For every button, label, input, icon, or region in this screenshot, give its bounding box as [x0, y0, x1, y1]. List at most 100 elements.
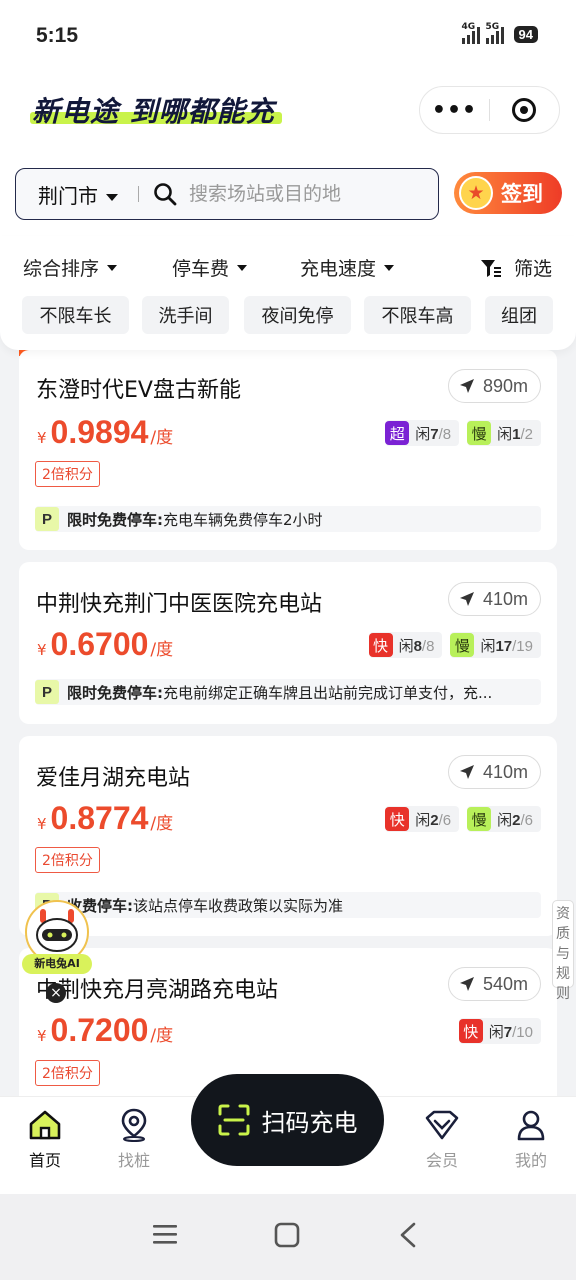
side-tab-label: 资质与规则	[556, 906, 570, 1002]
quick-tags: 不限车长 洗手间 夜间免停 不限车高 组团	[0, 296, 576, 336]
station-card[interactable]: 东澄时代EV盘古新能 890m ¥ 0.9894 /度 超闲7/8 慢闲1/2 …	[19, 350, 557, 550]
filter-funnel-icon	[481, 259, 501, 277]
charger-availability: 超闲7/8 慢闲1/2	[385, 420, 541, 446]
parking-desc: 充电车辆免费停车2小时	[163, 510, 323, 529]
tab-find-charger[interactable]: 找桩	[94, 1107, 174, 1171]
target-icon[interactable]	[490, 98, 559, 122]
points-badge: 2倍积分	[35, 1060, 100, 1086]
distance-chip[interactable]: 410m	[447, 582, 541, 616]
tab-home[interactable]: 首页	[5, 1107, 85, 1171]
city-selector[interactable]: 荆门市	[38, 180, 118, 209]
distance-chip[interactable]: 410m	[447, 755, 541, 789]
idle-count: 8	[413, 637, 422, 655]
charger-slow: 慢闲2/6	[467, 806, 541, 832]
menu-icon[interactable]	[152, 1222, 178, 1250]
ai-label: 新电兔AI	[22, 954, 92, 974]
tag-no-height-limit[interactable]: 不限车高	[364, 296, 471, 334]
charger-type-badge: 快	[385, 807, 410, 831]
more-dots-icon[interactable]: •••	[420, 98, 489, 123]
qualification-rules-tab[interactable]: 资质与规则	[552, 900, 574, 1002]
scan-to-charge-button[interactable]: 扫码充电	[191, 1074, 384, 1166]
tag-group[interactable]: 组团	[485, 296, 553, 334]
price-value: 0.9894	[50, 414, 149, 450]
distance-text: 410m	[482, 761, 528, 782]
search-divider	[138, 186, 139, 202]
total-count: /8	[438, 425, 452, 443]
charger-type-badge: 快	[458, 1019, 483, 1043]
distance-chip[interactable]: 890m	[447, 369, 541, 403]
currency: ¥	[37, 429, 47, 447]
charger-fast: 快闲7/10	[458, 1018, 541, 1044]
user-icon	[491, 1107, 571, 1143]
navigate-arrow-icon	[459, 592, 474, 606]
parking-icon: P	[35, 507, 59, 531]
distance-text: 410m	[482, 588, 528, 609]
search-box: 荆门市	[15, 168, 439, 220]
charger-type-badge: 慢	[467, 807, 492, 831]
idle-label: 闲	[480, 636, 496, 655]
charger-slow: 慢闲17/19	[450, 632, 541, 658]
sort-charge-speed[interactable]: 充电速度	[300, 254, 395, 281]
station-name: 中荆快充荆门中医医院充电站	[36, 592, 323, 617]
scan-icon	[218, 1104, 249, 1136]
idle-label: 闲	[488, 1022, 504, 1041]
status-time: 5:15	[36, 24, 79, 47]
idle-label: 闲	[415, 810, 431, 829]
price: ¥ 0.6700 /度	[37, 626, 173, 663]
station-card[interactable]: 中荆快充荆门中医医院充电站 410m ¥ 0.6700 /度 快闲8/8 慢闲1…	[19, 562, 557, 724]
chevron-down-icon	[237, 264, 248, 271]
chevron-down-icon	[107, 264, 118, 271]
page-title: 新电途 到哪都能充	[32, 95, 275, 128]
charger-type-badge: 超	[385, 421, 410, 445]
station-card[interactable]: 爱佳月湖充电站 410m ¥ 0.8774 /度 快闲2/6 慢闲2/6 2倍积…	[19, 736, 557, 936]
tab-membership[interactable]: 会员	[402, 1107, 482, 1171]
charger-availability: 快闲7/10	[458, 1018, 541, 1044]
checkin-button[interactable]: ★ 签到	[454, 172, 562, 214]
distance-chip[interactable]: 540m	[447, 967, 541, 1001]
close-icon[interactable]: ×	[46, 983, 66, 1003]
tab-profile[interactable]: 我的	[491, 1107, 571, 1171]
charger-slow: 慢闲1/2	[467, 420, 541, 446]
sort-label: 停车费	[172, 258, 230, 280]
filter-button[interactable]: 筛选	[480, 254, 552, 281]
chevron-down-icon	[384, 264, 395, 271]
parking-icon: P	[35, 680, 59, 704]
charger-availability: 快闲2/6 慢闲2/6	[385, 806, 541, 832]
star-icon: ★	[459, 176, 493, 210]
home-icon	[5, 1107, 85, 1143]
sort-parking-fee[interactable]: 停车费	[172, 254, 248, 281]
price: ¥ 0.7200 /度	[37, 1012, 173, 1049]
filter-label: 筛选	[514, 258, 553, 280]
mini-program-capsule: •••	[419, 86, 560, 134]
status-bar: 5:15 4G 5G 94	[0, 0, 576, 72]
back-icon[interactable]	[398, 1222, 418, 1252]
charger-availability: 快闲8/8 慢闲17/19	[368, 632, 541, 658]
parking-desc: 充电前绑定正确车牌且出站前完成订单支付，充...	[163, 683, 493, 702]
system-nav-bar	[0, 1194, 576, 1280]
charger-super: 超闲7/8	[385, 420, 460, 446]
price-value: 0.6700	[50, 626, 149, 662]
sort-comprehensive[interactable]: 综合排序	[23, 254, 118, 281]
search-input[interactable]	[189, 183, 429, 205]
tab-label: 找桩	[117, 1151, 150, 1170]
price: ¥ 0.9894 /度	[37, 414, 173, 451]
home-button-icon[interactable]	[274, 1222, 300, 1252]
idle-label: 闲	[398, 636, 414, 655]
charger-type-badge: 快	[368, 633, 393, 657]
currency: ¥	[37, 1027, 47, 1045]
idle-count: 7	[503, 1023, 513, 1041]
signal-4g-icon: 4G	[461, 22, 480, 44]
tag-no-length-limit[interactable]: 不限车长	[22, 296, 129, 334]
search-icon	[154, 183, 177, 206]
ai-assistant-button[interactable]: 新电兔AI	[22, 900, 92, 974]
points-badge: 2倍积分	[35, 461, 100, 487]
charger-type-badge: 慢	[450, 633, 475, 657]
search-row: 荆门市 ★ 签到	[0, 150, 576, 236]
total-count: /10	[512, 1023, 533, 1041]
station-name: 东澄时代EV盘古新能	[36, 378, 241, 403]
total-count: /2	[520, 425, 533, 443]
tab-label: 我的	[514, 1151, 547, 1170]
tag-night-free-parking[interactable]: 夜间免停	[244, 296, 351, 334]
tag-restroom[interactable]: 洗手间	[142, 296, 229, 334]
parking-info: P 收费停车: 该站点停车收费政策以实际为准	[35, 892, 541, 918]
